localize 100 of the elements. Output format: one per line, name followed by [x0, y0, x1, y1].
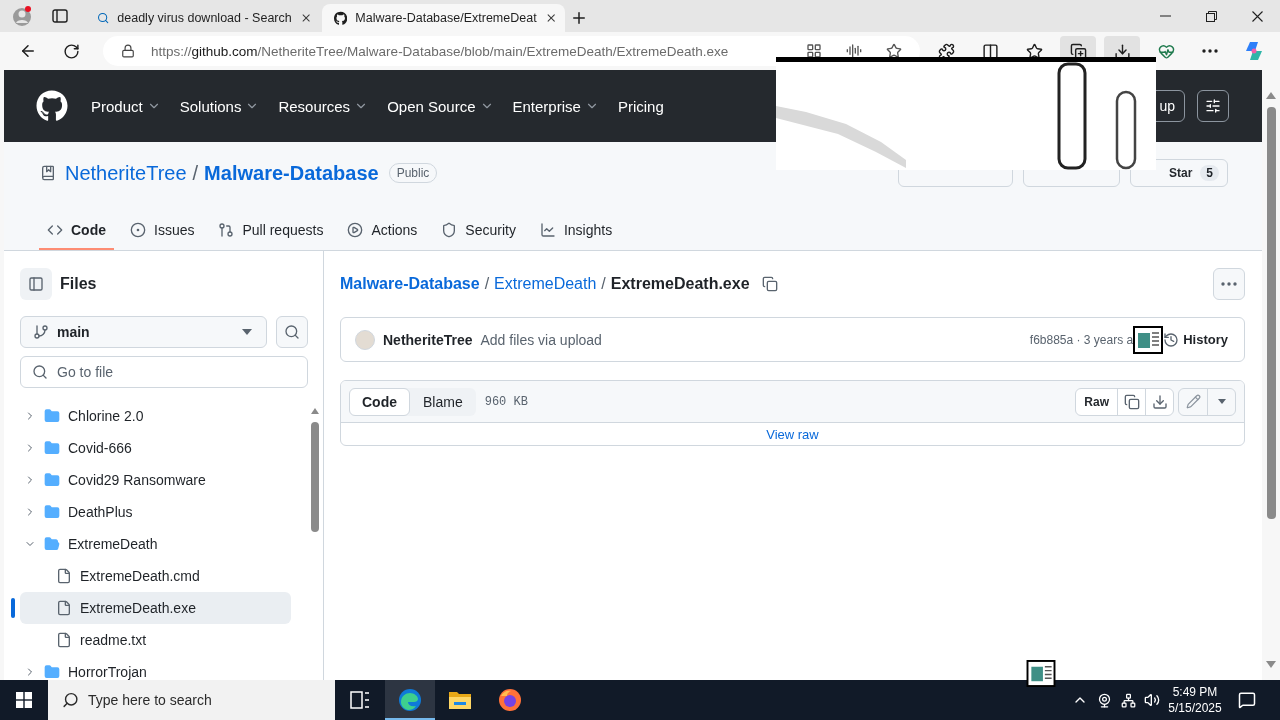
file-item[interactable]: readme.txt — [20, 624, 291, 656]
nav-menu-item[interactable]: Enterprise — [512, 97, 599, 115]
puzzle-icon — [937, 42, 955, 60]
graph-icon — [539, 222, 556, 238]
logo-icon[interactable] — [36, 90, 68, 122]
url-text: https://github.com/NetheriteTree/Malware-Database/blob/main/ExtremeDeath/ExtremeDeath.exe — [151, 43, 729, 59]
view-tab[interactable]: Code — [349, 387, 410, 416]
folder-item[interactable]: Covid-666 — [20, 432, 291, 464]
folder-icon — [44, 664, 60, 680]
search-icon — [62, 691, 79, 709]
scroll-down-icon[interactable] — [1266, 661, 1276, 668]
pencil-icon — [1185, 394, 1201, 409]
scroll-up-icon[interactable] — [311, 408, 319, 414]
clock-time: 5:49 PM — [1172, 684, 1218, 700]
folder-item[interactable]: Covid29 Ransomware — [20, 464, 291, 496]
grid-icon — [806, 43, 822, 59]
more-icon — [1202, 49, 1218, 53]
network-icon — [1120, 692, 1136, 708]
file-size: 960 KB — [484, 394, 528, 409]
close-icon — [1251, 10, 1263, 22]
notification-icon — [1238, 691, 1256, 709]
copilot-icon — [1243, 40, 1265, 62]
browser-tab[interactable]: Malware-Database/ExtremeDeat — [322, 4, 565, 32]
nav-menu-item[interactable]: Resources — [278, 97, 369, 115]
view-tab[interactable]: Blame — [410, 387, 476, 416]
scroll-up-icon[interactable] — [1266, 92, 1276, 99]
caret-icon — [242, 329, 252, 335]
shield-icon — [441, 222, 458, 238]
folder-item[interactable]: HorrorTrojan — [20, 656, 291, 680]
search-button[interactable] — [276, 316, 308, 348]
folder-icon — [44, 440, 60, 456]
sliders-icon — [1205, 98, 1221, 114]
browser-tab[interactable]: deadly virus download - Search — [85, 4, 320, 32]
sidebar-toggle-button[interactable] — [20, 268, 52, 300]
nav-menu-item[interactable]: Solutions — [179, 97, 260, 115]
logo-icon — [334, 10, 348, 26]
lock-icon — [121, 44, 135, 58]
repo-tab[interactable]: Issues — [122, 210, 203, 250]
star-icon — [886, 43, 902, 59]
branch-select[interactable]: main — [20, 316, 267, 348]
folder-item[interactable]: ExtremeDeath — [20, 528, 291, 560]
search-icon — [97, 11, 110, 25]
scrollbar-thumb[interactable] — [1266, 107, 1276, 519]
clock[interactable]: 5:49 PM 5/15/2025 — [1164, 684, 1226, 716]
repo-tab[interactable]: Pull requests — [210, 210, 332, 250]
file-icon — [56, 600, 72, 616]
repo-tab[interactable]: Insights — [531, 210, 621, 250]
folder-item[interactable]: DeathPlus — [20, 496, 291, 528]
caret-icon — [1217, 399, 1226, 404]
taskbar-app[interactable] — [385, 680, 435, 720]
restore-icon — [1205, 10, 1217, 22]
folder-icon — [448, 690, 472, 710]
sidebar-title: Files — [60, 275, 97, 293]
task-view-icon — [350, 691, 370, 709]
windows-icon — [16, 692, 32, 708]
file-icon — [56, 632, 72, 648]
owner-link[interactable]: NetheriteTree — [65, 161, 187, 185]
address-bar[interactable]: https://github.com/NetheriteTree/Malware-Database/blob/main/ExtremeDeath/ExtremeDeath.exe — [103, 36, 920, 66]
avatar-icon — [355, 329, 375, 350]
repo-tab[interactable]: Actions — [339, 210, 426, 250]
commit-author[interactable]: NetheriteTree — [383, 331, 473, 348]
minimize-icon — [1159, 15, 1171, 17]
repo-icon — [40, 165, 56, 181]
taskbar-search-field[interactable]: Type here to search — [48, 680, 335, 720]
view-raw-link[interactable]: View raw — [766, 426, 819, 442]
history-icon — [1163, 331, 1180, 348]
split-screen-icon — [981, 42, 999, 60]
tab-actions-icon — [52, 9, 68, 23]
download-icon — [1151, 393, 1168, 410]
path-separator: / — [192, 161, 199, 185]
breadcrumb-link[interactable]: Malware-Database — [340, 275, 480, 293]
repo-tab[interactable]: Code — [39, 210, 114, 250]
scrollbar-thumb[interactable] — [311, 422, 319, 532]
profile-icon — [11, 5, 33, 27]
folder-icon — [44, 472, 60, 488]
path-separator: / — [484, 275, 490, 293]
file-item[interactable]: ExtremeDeath.cmd — [20, 560, 291, 592]
nav-menu-item[interactable]: Product — [91, 97, 161, 115]
folder-icon — [44, 504, 60, 520]
go-to-file-field[interactable]: Go to file — [20, 356, 308, 388]
webcam-icon — [1096, 692, 1112, 708]
branch-icon — [33, 324, 49, 340]
code-icon — [47, 222, 63, 238]
plus-icon — [570, 9, 588, 27]
read-aloud-icon — [846, 43, 862, 59]
nav-menu-item[interactable]: Open Source — [387, 97, 494, 115]
history-button[interactable]: History — [1163, 331, 1228, 348]
folder-item[interactable]: Chlorine 2.0 — [20, 400, 291, 432]
nav-menu-item[interactable]: Pricing — [617, 97, 664, 115]
repo-name-link[interactable]: Malware-Database — [204, 161, 379, 185]
favorites-icon — [1025, 42, 1043, 60]
settings-button[interactable] — [1197, 90, 1229, 122]
breadcrumb-link[interactable]: ExtremeDeath — [494, 275, 597, 293]
file-name: ExtremeDeath.exe — [610, 275, 750, 293]
selection-indicator — [11, 598, 15, 618]
refresh-icon — [62, 42, 80, 60]
volume-icon — [1144, 692, 1160, 708]
file-icon — [56, 568, 72, 584]
folder-icon — [44, 536, 60, 552]
repo-tab[interactable]: Security — [433, 210, 524, 250]
